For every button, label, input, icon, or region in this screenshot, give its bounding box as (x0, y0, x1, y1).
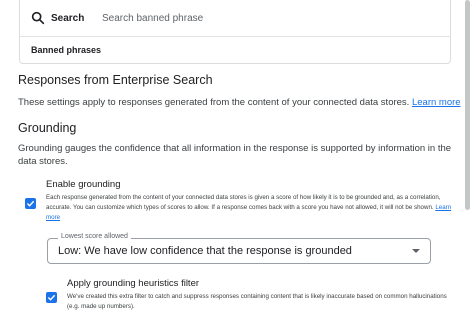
enable-grounding-description-text: Each response generated from the content… (46, 194, 441, 211)
responses-description: These settings apply to responses genera… (18, 96, 461, 109)
heuristics-filter-title: Apply grounding heuristics filter (67, 278, 200, 289)
enable-grounding-checkbox[interactable] (25, 198, 36, 209)
grounding-section-title: Grounding (18, 121, 77, 135)
enable-grounding-description: Each response generated from the content… (46, 193, 464, 223)
lowest-score-label: Lowest score allowed (58, 233, 131, 240)
responses-section-title: Responses from Enterprise Search (18, 73, 213, 87)
check-icon (26, 200, 35, 207)
heuristics-filter-checkbox[interactable] (46, 292, 57, 303)
search-row: Search (20, 0, 450, 37)
responses-description-text: These settings apply to responses genera… (18, 97, 410, 108)
search-icon (30, 10, 46, 26)
lowest-score-select[interactable]: Lowest score allowed Low: We have low co… (47, 233, 431, 264)
banned-phrases-card: Search Banned phrases (19, 0, 451, 64)
search-label: Search (51, 13, 85, 24)
search-input[interactable] (102, 9, 432, 27)
lowest-score-value: Low: We have low confidence that the res… (58, 245, 352, 257)
grounding-description: Grounding gauges the confidence that all… (18, 143, 452, 167)
dropdown-caret-icon (412, 249, 420, 253)
heuristics-filter-description: We've created this extra filter to catch… (67, 293, 447, 310)
enable-grounding-title: Enable grounding (46, 179, 121, 190)
vertical-scrollbar[interactable] (465, 0, 470, 210)
check-icon (47, 294, 56, 301)
banned-phrases-header: Banned phrases (31, 45, 102, 55)
responses-learn-more-link[interactable]: Learn more (412, 97, 461, 108)
